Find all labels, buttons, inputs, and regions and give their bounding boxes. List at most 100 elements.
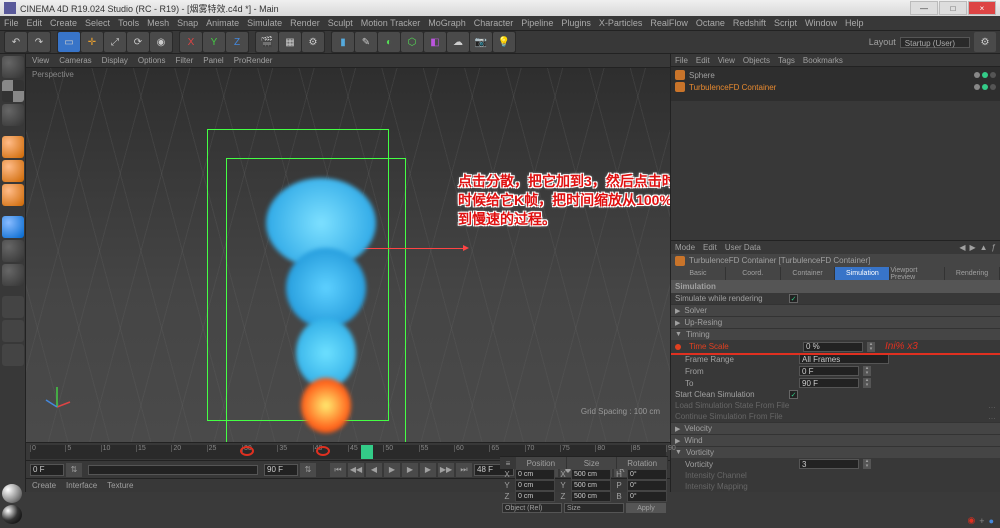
menu-animate[interactable]: Animate [206, 18, 239, 28]
redo-button[interactable]: ↷ [28, 32, 50, 52]
attr-tab-rendering[interactable]: Rendering [945, 267, 1000, 280]
rot-P[interactable]: 0° [627, 480, 667, 491]
prev-key-button[interactable]: ◀◀ [348, 463, 364, 477]
vorticity-input[interactable]: 3 [799, 459, 859, 469]
size-X[interactable]: 500 cm [571, 469, 611, 480]
menu-mesh[interactable]: Mesh [147, 18, 169, 28]
menu-tools[interactable]: Tools [118, 18, 139, 28]
cube-primitive[interactable]: ▮ [332, 32, 354, 52]
attr-tab-simulation[interactable]: Simulation [835, 267, 890, 280]
size-Y[interactable]: 500 cm [571, 480, 611, 491]
deformer-button[interactable]: ◧ [424, 32, 446, 52]
axis-z-toggle[interactable]: Z [226, 32, 248, 52]
menu-character[interactable]: Character [474, 18, 514, 28]
environment-button[interactable]: ☁ [447, 32, 469, 52]
spinner-icon[interactable]: ▴▾ [867, 342, 875, 352]
attr-up-icon[interactable]: ▲ [980, 243, 988, 252]
menu-motion tracker[interactable]: Motion Tracker [361, 18, 421, 28]
attr-tab-container[interactable]: Container [781, 267, 836, 280]
attr-mode-menu[interactable]: Mode [675, 243, 695, 252]
prev-frame-button[interactable]: ◀ [366, 463, 382, 477]
pos-Z[interactable]: 0 cm [515, 491, 555, 502]
model-mode[interactable] [2, 56, 24, 78]
play-button[interactable]: ▶ [402, 463, 418, 477]
spinner-icon[interactable]: ▴▾ [863, 378, 871, 388]
menu-file[interactable]: File [4, 18, 19, 28]
undo-button[interactable]: ↶ [5, 32, 27, 52]
layout-gear-icon[interactable]: ⚙ [974, 32, 996, 52]
range-start-field[interactable]: 0 F [30, 464, 64, 476]
next-frame-button[interactable]: ▶ [420, 463, 436, 477]
group-vorticity[interactable]: ▼Vorticity [671, 446, 1000, 458]
play-back-button[interactable]: ▶ [384, 463, 400, 477]
select-tool[interactable]: ▭ [58, 32, 80, 52]
xp-icon[interactable] [2, 296, 24, 318]
vp-menu-view[interactable]: View [32, 56, 49, 65]
group-upres[interactable]: ▶Up-Resing [671, 316, 1000, 328]
menu-plugins[interactable]: Plugins [561, 18, 591, 28]
pos-X[interactable]: 0 cm [515, 469, 555, 480]
points-mode[interactable] [2, 136, 24, 158]
spinner-icon[interactable]: ▴▾ [863, 459, 871, 469]
mat-menu-texture[interactable]: Texture [107, 481, 133, 490]
goto-end-button[interactable]: ⏭ [456, 463, 472, 477]
start-clean-checkbox[interactable]: ✓ [789, 390, 798, 399]
workplane-mode[interactable] [2, 104, 24, 126]
object-row[interactable]: Sphere [675, 69, 996, 81]
spinner-icon[interactable]: ▴▾ [863, 366, 871, 376]
move-tool[interactable]: ✛ [81, 32, 103, 52]
menu-sculpt[interactable]: Sculpt [328, 18, 353, 28]
om-menu-tags[interactable]: Tags [778, 56, 795, 65]
menu-octane[interactable]: Octane [696, 18, 725, 28]
xp-icon3[interactable] [2, 344, 24, 366]
camera-button[interactable]: 📷 [470, 32, 492, 52]
pos-Y[interactable]: 0 cm [515, 480, 555, 491]
menu-window[interactable]: Window [805, 18, 837, 28]
render-region-button[interactable]: ▦ [279, 32, 301, 52]
attr-edit-menu[interactable]: Edit [703, 243, 717, 252]
group-velocity[interactable]: ▶Velocity [671, 422, 1000, 434]
attr-userdata-menu[interactable]: User Data [725, 243, 761, 252]
to-input[interactable]: 90 F [799, 378, 859, 388]
attr-tab-coord[interactable]: Coord. [726, 267, 781, 280]
continue-sim-button[interactable]: Continue Simulation From File… [671, 411, 1000, 422]
soft-mode[interactable] [2, 264, 24, 286]
menu-script[interactable]: Script [774, 18, 797, 28]
light-button[interactable]: 💡 [493, 32, 515, 52]
attr-fn-icon[interactable]: ƒ [992, 243, 996, 252]
size-Z[interactable]: 500 cm [571, 491, 611, 502]
group-timing[interactable]: ▼Timing [671, 328, 1000, 340]
pen-tool[interactable]: ✎ [355, 32, 377, 52]
vp-menu-display[interactable]: Display [102, 56, 128, 65]
render-button[interactable]: 🎬 [256, 32, 278, 52]
material-ball[interactable] [2, 505, 22, 524]
generator-button[interactable]: ⬡ [401, 32, 423, 52]
object-row[interactable]: TurbulenceFD Container [675, 81, 996, 93]
menu-pipeline[interactable]: Pipeline [521, 18, 553, 28]
spinner-icon[interactable]: ⇅ [66, 463, 82, 477]
menu-mograph[interactable]: MoGraph [428, 18, 466, 28]
time-scale-input[interactable]: 0 % [803, 342, 863, 352]
vp-menu-options[interactable]: Options [138, 56, 166, 65]
mat-menu-interface[interactable]: Interface [66, 481, 97, 490]
recent-tool[interactable]: ◉ [150, 32, 172, 52]
rot-H[interactable]: 0° [627, 469, 667, 480]
group-solver[interactable]: ▶Solver [671, 304, 1000, 316]
menu-help[interactable]: Help [845, 18, 864, 28]
viewport-perspective[interactable]: Perspective Grid Spacing : 100 cm 点击分散，把… [26, 68, 670, 442]
range-end-field[interactable]: 90 F [264, 464, 298, 476]
menu-redshift[interactable]: Redshift [733, 18, 766, 28]
next-key-button[interactable]: ▶▶ [438, 463, 454, 477]
rotate-tool[interactable]: ⟳ [127, 32, 149, 52]
texture-mode[interactable] [2, 80, 24, 102]
vp-menu-prorender[interactable]: ProRender [234, 56, 273, 65]
menu-edit[interactable]: Edit [27, 18, 43, 28]
from-input[interactable]: 0 F [799, 366, 859, 376]
polys-mode[interactable] [2, 184, 24, 206]
menu-snap[interactable]: Snap [177, 18, 198, 28]
coord-apply-button[interactable]: Apply [626, 503, 666, 513]
om-menu-file[interactable]: File [675, 56, 688, 65]
keyframe-indicator-icon[interactable] [675, 344, 681, 350]
attr-tab-basic[interactable]: Basic [671, 267, 726, 280]
rot-B[interactable]: 0° [627, 491, 667, 502]
